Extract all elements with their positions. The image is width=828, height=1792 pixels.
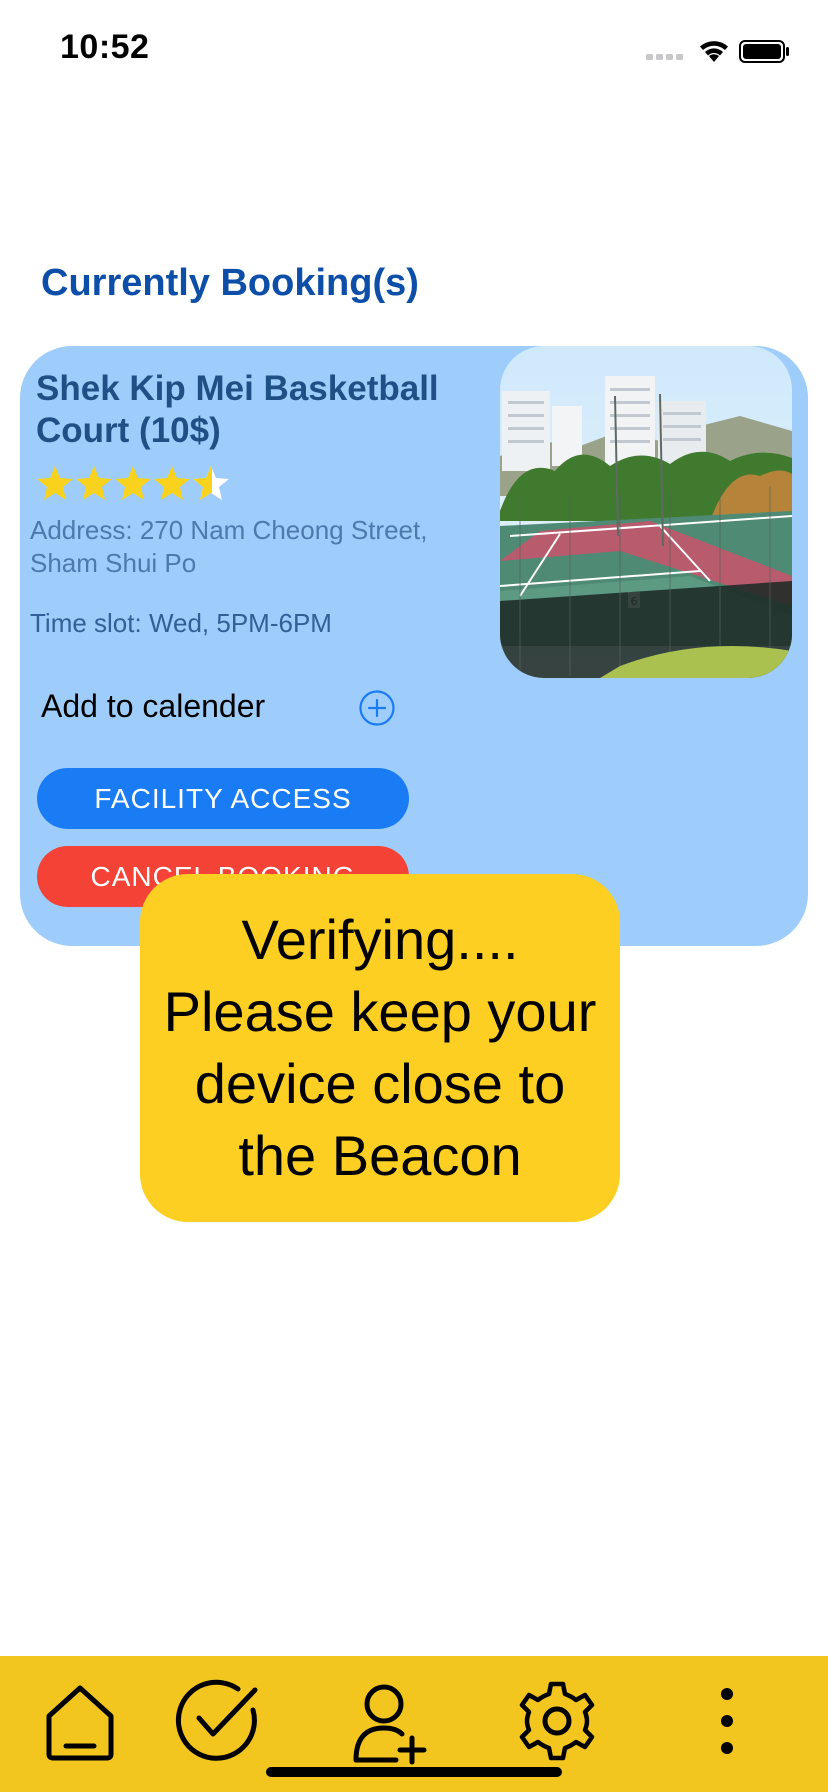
wifi-icon — [700, 41, 728, 62]
status-time: 10:52 — [60, 28, 150, 66]
more-icon[interactable] — [682, 1676, 772, 1766]
court-image: 6 — [500, 346, 792, 678]
add-to-calendar-label: Add to calender — [41, 688, 266, 724]
facility-access-button[interactable]: FACILITY ACCESS — [37, 768, 409, 829]
add-circle-icon[interactable] — [358, 689, 396, 727]
star-icon — [154, 466, 190, 500]
battery-icon — [739, 40, 789, 63]
booking-card: 6 Shek Kip Mei Basketball Court (10$) — [20, 346, 808, 946]
address-text: Address: 270 Nam Cheong Street, Sham Shu… — [30, 515, 428, 578]
court-photo: 6 — [500, 346, 792, 678]
court-name: Shek Kip Mei Basketball Court (10$) — [36, 369, 439, 450]
star-icon — [76, 466, 112, 500]
page-title: Currently Booking(s) — [41, 262, 419, 304]
time-slot-text: Time slot: Wed, 5PM-6PM — [30, 608, 332, 638]
add-user-icon[interactable] — [344, 1676, 434, 1766]
gear-icon[interactable] — [512, 1676, 602, 1766]
home-indicator — [266, 1767, 562, 1777]
home-icon[interactable] — [35, 1676, 125, 1766]
star-icon — [115, 466, 151, 500]
verifying-message: Verifying.... Please keep your device cl… — [163, 908, 597, 1187]
signal-icon — [646, 54, 683, 60]
checkmark-icon[interactable] — [173, 1676, 263, 1766]
star-icon — [37, 466, 73, 500]
status-bar: 10:52 — [0, 0, 828, 100]
verifying-overlay: Verifying.... Please keep your device cl… — [140, 874, 620, 1222]
star-rating — [37, 466, 229, 500]
status-icons — [646, 40, 789, 63]
